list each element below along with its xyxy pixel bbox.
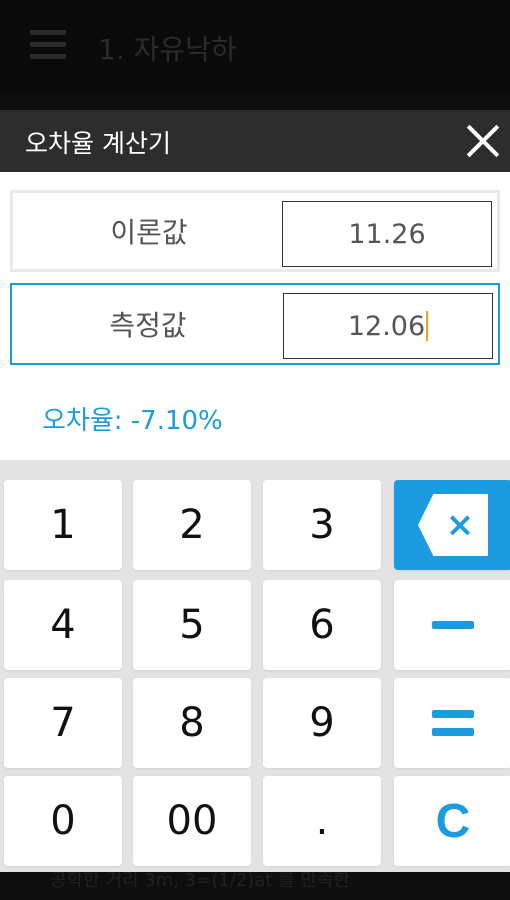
measured-value-row[interactable]: 측정값 12.06	[10, 283, 500, 365]
key-5[interactable]: 5	[133, 580, 251, 670]
equals-button[interactable]	[394, 678, 510, 768]
key-9[interactable]: 9	[263, 678, 381, 768]
minus-icon	[432, 621, 474, 629]
equals-icon	[432, 710, 474, 736]
clear-label: C	[435, 794, 471, 848]
menu-icon[interactable]	[30, 30, 66, 60]
error-rate-result: 오차율: -7.10%	[42, 406, 223, 436]
dialog-title: 오차율 계산기	[25, 129, 171, 158]
key-3[interactable]: 3	[263, 480, 381, 570]
theory-value-row[interactable]: 이론값 11.26	[10, 190, 500, 272]
key-8[interactable]: 8	[133, 678, 251, 768]
theory-value-text: 11.26	[348, 218, 426, 250]
backspace-icon: ×	[418, 494, 488, 556]
measured-value-text: 12.06	[347, 310, 426, 342]
key-decimal[interactable]: .	[263, 776, 381, 866]
key-1[interactable]: 1	[4, 480, 122, 570]
text-caret	[426, 311, 429, 341]
app-title: 1. 자유낙하	[98, 33, 237, 66]
measured-value-input[interactable]: 12.06	[283, 293, 493, 359]
key-6[interactable]: 6	[263, 580, 381, 670]
theory-value-label: 이론값	[110, 216, 188, 249]
keypad: 1 2 3 × 4 5 6 7 8 9 0 00 . C	[0, 460, 510, 872]
key-7[interactable]: 7	[4, 678, 122, 768]
minus-button[interactable]	[394, 580, 510, 670]
measured-value-label: 측정값	[109, 309, 187, 342]
key-2[interactable]: 2	[133, 480, 251, 570]
key-00[interactable]: 00	[133, 776, 251, 866]
dialog-header: 오차율 계산기	[0, 110, 510, 172]
theory-value-input[interactable]: 11.26	[282, 201, 492, 267]
error-rate-calculator-dialog: 오차율 계산기 이론값 11.26 측정값 12.06 오차율: -7.10% …	[0, 110, 510, 872]
close-icon[interactable]	[462, 120, 504, 162]
app-header: 1. 자유낙하	[0, 0, 510, 92]
clear-button[interactable]: C	[394, 776, 510, 866]
key-4[interactable]: 4	[4, 580, 122, 670]
backspace-button[interactable]: ×	[394, 480, 510, 570]
key-0[interactable]: 0	[4, 776, 122, 866]
